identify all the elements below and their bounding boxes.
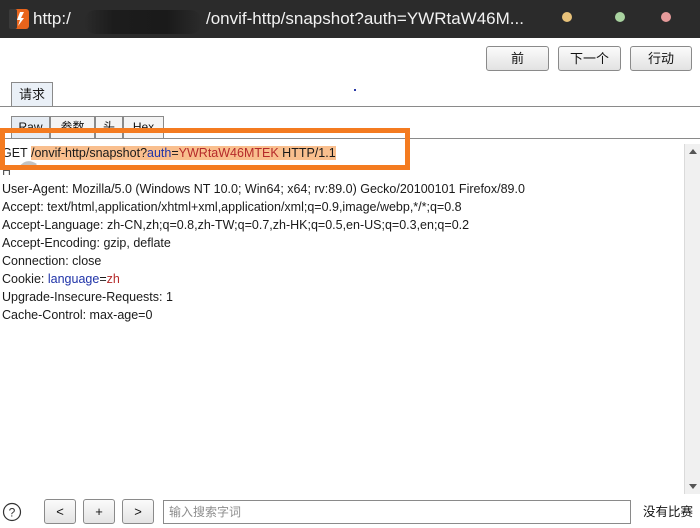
tab-divider xyxy=(0,106,700,107)
maximize-dot-icon[interactable] xyxy=(615,12,625,22)
header-accept-language: Accept-Language: zh-CN,zh;q=0.8,zh-TW;q=… xyxy=(2,218,470,232)
search-add-button[interactable]: + xyxy=(83,499,115,524)
close-dot-icon[interactable] xyxy=(661,12,671,22)
header-user-agent: User-Agent: Mozilla/5.0 (Windows NT 10.0… xyxy=(2,182,525,196)
window-title-bar: http:/ /onvif-http/snapshot?auth=YWRtaW4… xyxy=(0,0,700,38)
previous-button[interactable]: 前 xyxy=(486,46,549,71)
next-button[interactable]: 下一个 xyxy=(558,46,621,71)
minimize-dot-icon[interactable] xyxy=(562,12,572,22)
search-input[interactable] xyxy=(163,500,631,524)
cookie-value: zh xyxy=(106,272,120,286)
header-cache-control: Cache-Control: max-age=0 xyxy=(2,308,153,322)
header-connection: Connection: close xyxy=(2,254,102,268)
window-title-path: /onvif-http/snapshot?auth=YWRtaW46M... xyxy=(206,9,524,28)
header-cookie: Cookie: language=zh xyxy=(2,270,120,288)
tab-request[interactable]: 请求 xyxy=(11,82,53,106)
stray-dot xyxy=(354,89,356,91)
search-next-button[interactable]: > xyxy=(122,499,154,524)
scroll-down-arrow-icon[interactable] xyxy=(688,481,698,491)
help-icon[interactable]: ? xyxy=(2,502,22,522)
window-title-prefix: http:/ xyxy=(33,9,71,28)
cookie-label: Cookie: xyxy=(2,272,48,286)
request-editor[interactable]: GET /onvif-http/snapshot?auth=YWRtaW46MT… xyxy=(0,144,684,494)
cookie-name: language xyxy=(47,272,100,286)
scroll-up-arrow-icon[interactable] xyxy=(688,147,698,157)
search-previous-button[interactable]: < xyxy=(44,499,76,524)
action-button[interactable]: 行动 xyxy=(630,46,692,71)
match-count-label: 没有比赛 xyxy=(643,505,694,519)
cookie-separator: = xyxy=(99,272,107,286)
annotation-highlight-box xyxy=(0,128,410,170)
svg-text:?: ? xyxy=(9,506,16,520)
header-accept: Accept: text/html,application/xhtml+xml,… xyxy=(2,200,462,214)
header-accept-encoding: Accept-Encoding: gzip, deflate xyxy=(2,236,171,250)
redacted-host xyxy=(84,10,202,34)
editor-scrollbar[interactable] xyxy=(684,144,700,494)
burp-app-icon xyxy=(9,9,29,29)
header-upgrade-insecure: Upgrade-Insecure-Requests: 1 xyxy=(2,290,173,304)
